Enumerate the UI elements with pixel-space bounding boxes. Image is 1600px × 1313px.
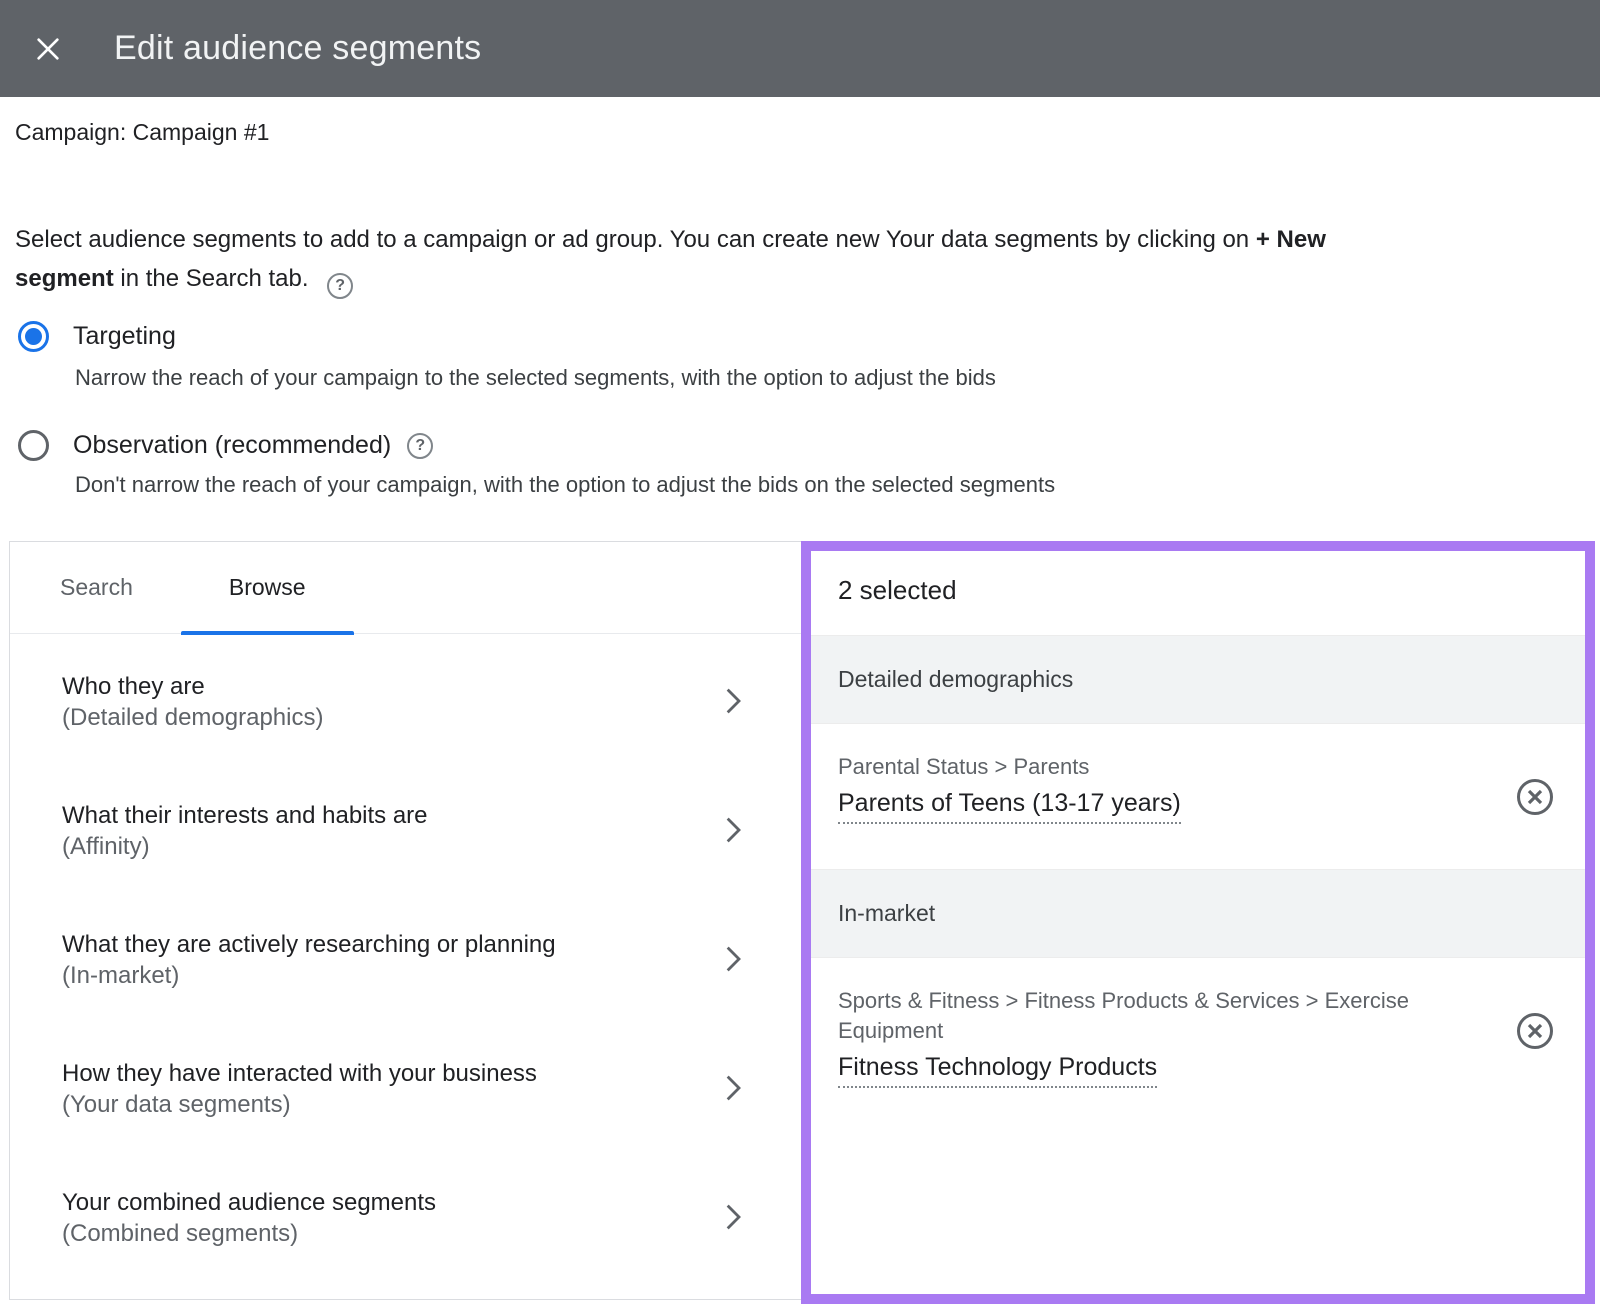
chevron-right-icon: [717, 1199, 749, 1235]
radio-observation[interactable]: Observation (recommended) ?: [18, 430, 433, 461]
tab-search[interactable]: Search: [12, 542, 181, 633]
intro-line1-bold: + New: [1256, 226, 1326, 253]
help-icon[interactable]: ?: [327, 273, 353, 299]
selected-segments-panel: 2 selected Detailed demographics Parenta…: [801, 541, 1595, 1304]
category-title: How they have interacted with your busin…: [62, 1058, 788, 1089]
category-subtitle: (Detailed demographics): [62, 702, 788, 734]
chevron-right-icon: [717, 941, 749, 977]
category-row-in-market[interactable]: What they are actively researching or pl…: [10, 929, 788, 1058]
dialog-header: Edit audience segments: [0, 0, 1600, 97]
help-icon-observation[interactable]: ?: [407, 433, 433, 459]
help-glyph-observation: ?: [415, 437, 425, 455]
selected-item-fitness-technology-products: Sports & Fitness > Fitness Products & Se…: [811, 957, 1585, 1112]
chevron-right-icon: [717, 1070, 749, 1106]
group-header-in-market: In-market: [811, 869, 1585, 957]
radio-unselected-icon[interactable]: [18, 430, 49, 461]
category-row-combined-segments[interactable]: Your combined audience segments (Combine…: [10, 1187, 788, 1300]
segment-name[interactable]: Parents of Teens (13-17 years): [838, 789, 1181, 824]
close-icon[interactable]: [28, 29, 68, 69]
category-title: What their interests and habits are: [62, 800, 788, 831]
campaign-label: Campaign: Campaign #1: [15, 119, 269, 146]
dialog-title: Edit audience segments: [114, 29, 481, 68]
radio-targeting-description: Narrow the reach of your campaign to the…: [75, 365, 996, 391]
selected-count: 2 selected: [811, 551, 1585, 635]
category-subtitle: (In-market): [62, 960, 788, 992]
radio-observation-label: Observation (recommended): [73, 431, 391, 460]
help-glyph: ?: [335, 277, 345, 295]
radio-targeting[interactable]: Targeting: [18, 321, 176, 352]
radio-selected-icon[interactable]: [18, 321, 49, 352]
category-list: Who they are (Detailed demographics) Wha…: [10, 634, 788, 1300]
remove-icon[interactable]: [1515, 1011, 1555, 1051]
segment-path: Sports & Fitness > Fitness Products & Se…: [838, 986, 1458, 1046]
category-row-affinity[interactable]: What their interests and habits are (Aff…: [10, 800, 788, 929]
segment-name[interactable]: Fitness Technology Products: [838, 1053, 1157, 1088]
intro-line2-text: in the Search tab.: [114, 265, 309, 292]
intro-line1-text: Select audience segments to add to a cam…: [15, 226, 1256, 253]
segment-path: Parental Status > Parents: [838, 752, 1458, 782]
group-header-detailed-demographics: Detailed demographics: [811, 635, 1585, 723]
category-subtitle: (Combined segments): [62, 1218, 788, 1250]
remove-icon[interactable]: [1515, 777, 1555, 817]
intro-line2-bold: segment: [15, 265, 114, 292]
category-row-detailed-demographics[interactable]: Who they are (Detailed demographics): [10, 671, 788, 800]
radio-observation-description: Don't narrow the reach of your campaign,…: [75, 472, 1055, 498]
radio-targeting-label: Targeting: [73, 322, 176, 351]
category-subtitle: (Your data segments): [62, 1089, 788, 1121]
category-row-your-data-segments[interactable]: How they have interacted with your busin…: [10, 1058, 788, 1187]
intro-text: Select audience segments to add to a cam…: [15, 220, 1560, 299]
category-subtitle: (Affinity): [62, 831, 788, 863]
tab-browse[interactable]: Browse: [181, 542, 354, 633]
chevron-right-icon: [717, 683, 749, 719]
chevron-right-icon: [717, 812, 749, 848]
category-title: What they are actively researching or pl…: [62, 929, 788, 960]
category-title: Your combined audience segments: [62, 1187, 788, 1218]
selected-item-parents-of-teens: Parental Status > Parents Parents of Tee…: [811, 723, 1585, 869]
category-title: Who they are: [62, 671, 788, 702]
